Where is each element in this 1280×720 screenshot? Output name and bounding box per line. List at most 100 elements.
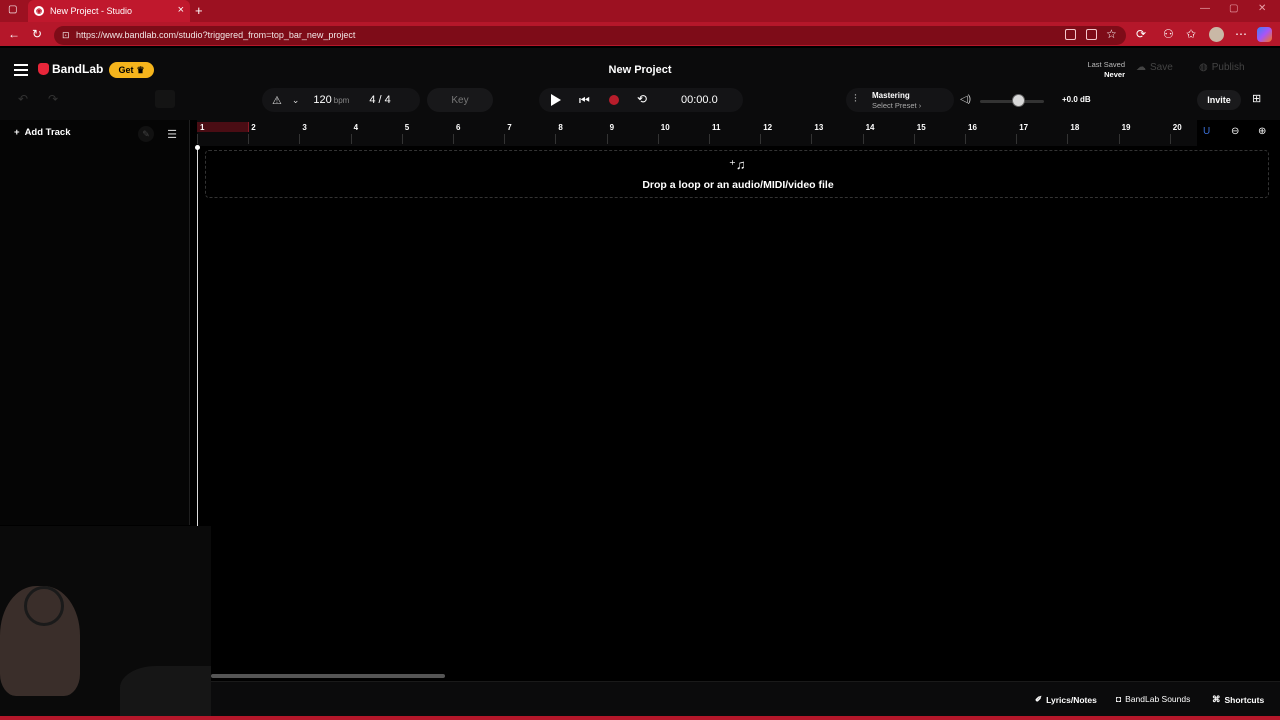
get-membership-button[interactable]: Get ♛ [109,62,154,78]
volume-knob[interactable] [1012,94,1026,107]
gift-icon[interactable]: ⊞ [1252,92,1261,105]
last-saved: Last Saved Never [1070,60,1125,80]
snap-magnet-icon[interactable]: U [1203,126,1210,137]
shortcuts-button[interactable]: ⌘ Shortcuts [1212,694,1264,705]
ruler-bar-6: 6 [456,123,461,132]
url-input[interactable]: ⊡ https://www.bandlab.com/studio?trigger… [54,26,1126,45]
ruler-bar-13: 13 [814,123,824,132]
drop-zone[interactable]: ⁺♫ Drop a loop or an audio/MIDI/video fi… [205,150,1269,198]
bandlab-sounds-button[interactable]: ◘ BandLab Sounds [1116,694,1190,704]
ruler-bar-16: 16 [968,123,977,132]
horizontal-scrollbar[interactable] [211,674,445,678]
mastering-button[interactable]: ⫶ Mastering Select Preset › [846,88,954,112]
crown-icon: ♛ [136,64,145,75]
ruler-bar-15: 15 [916,123,926,132]
ruler-bar-12: 12 [763,123,773,132]
ruler-tick [299,134,301,144]
zoom-out-icon[interactable]: ⊖ [1231,126,1239,137]
tempo-group: ⚠ ⌄ 120 bpm 4 / 4 [262,88,420,112]
playhead[interactable] [197,146,198,526]
speaker-icon[interactable]: ◁) [960,94,971,105]
person-shoulder [120,666,211,720]
tab-title: New Project - Studio [50,6,133,16]
metronome-icon[interactable]: ⚠ [272,94,282,107]
record-icon[interactable] [609,95,619,105]
tab-actions-icon[interactable]: ▢ [8,4,17,15]
ruler-tick [197,134,198,144]
ruler-tick [555,134,557,144]
extensions-icon[interactable]: ⟳ [1136,27,1146,41]
menu-icon[interactable] [14,64,28,76]
new-tab-icon[interactable]: + [195,3,203,18]
save-button[interactable]: ☁ Save [1136,62,1173,73]
lyrics-notes-button[interactable]: ✐ Lyrics/Notes [1035,694,1097,705]
pencil-icon[interactable]: ✎ [138,126,154,142]
mastering-preset: Select Preset › [872,101,922,110]
ruler-bar-14: 14 [865,123,875,132]
timeline-ruler[interactable]: 1 2 3 4 5 6 7 8 9 10 11 12 13 14 15 16 17 18 19 20 [197,120,1197,146]
ruler-tick [657,134,659,144]
copilot-icon[interactable] [1257,27,1272,42]
bandlab-favicon-icon: ◉ [34,6,44,16]
ruler-bar-3: 3 [302,123,307,132]
time-signature[interactable]: 4 / 4 [369,94,390,106]
back-icon[interactable]: ← [8,27,20,41]
minimize-icon[interactable]: — [1200,3,1210,14]
favorite-star-icon[interactable]: ☆ [1106,27,1117,41]
ruler-tick [760,134,762,144]
browser-essentials-icon[interactable]: ⚇ [1163,27,1174,41]
plus-icon: + [14,127,20,138]
ruler-tick [453,134,454,144]
top-bar: BandLab Get ♛ New Project Last Saved Nev… [0,48,1280,120]
tuner-icon[interactable] [155,90,175,108]
ruler-bar-2: 2 [251,123,256,132]
add-track-button[interactable]: + Add Track [14,127,71,138]
get-label: Get [118,65,134,75]
skip-back-icon[interactable]: ⏮ [579,93,590,108]
ruler-tick [350,134,352,144]
reader-icon[interactable] [1065,29,1076,40]
chevron-down-icon[interactable]: ⌄ [292,95,300,106]
publish-button[interactable]: ◍ Publish [1199,62,1245,73]
bandlab-logo[interactable]: BandLab [38,62,103,76]
profile-avatar[interactable] [1209,27,1224,42]
ruler-tick [1016,134,1018,144]
ruler-tick [401,134,403,144]
ruler-bar-7: 7 [507,123,512,132]
loop-icon[interactable]: ⟲ [637,92,647,106]
track-settings-icon[interactable]: ☰ [164,126,180,142]
ruler-tick [606,134,608,144]
drop-zone-text: Drop a loop or an audio/MIDI/video file [642,179,834,191]
address-bar-row: ← ↻ ⊡ https://www.bandlab.com/studio?tri… [0,22,1280,48]
undo-icon[interactable]: ↶ [18,92,28,106]
maximize-icon[interactable]: ▢ [1229,3,1238,14]
ruler-tick [1118,134,1120,144]
close-window-icon[interactable]: ✕ [1258,3,1266,14]
mastering-label: Mastering [872,91,910,100]
zoom-in-icon[interactable]: ⊕ [1258,126,1266,137]
last-saved-label: Last Saved [1087,60,1125,69]
invite-button[interactable]: Invite [1197,90,1241,110]
favorites-icon[interactable]: ✩ [1186,27,1196,41]
key-button[interactable]: Key [427,88,493,112]
ruler-bar-11: 11 [712,123,721,132]
app-icon[interactable] [1086,29,1097,40]
last-saved-value: Never [1104,70,1125,79]
project-title[interactable]: New Project [540,64,740,76]
ruler-tick [504,134,506,144]
bpm-field[interactable]: 120 bpm [313,94,349,106]
close-tab-icon[interactable]: × [178,4,184,16]
lyrics-label: Lyrics/Notes [1046,694,1097,705]
play-icon[interactable] [551,94,561,106]
loop-region[interactable] [197,122,249,132]
refresh-icon[interactable]: ↻ [32,27,42,41]
ruler-tick [913,134,915,144]
more-menu-icon[interactable]: ⋯ [1235,27,1247,41]
tab-strip: ▢ ◉ New Project - Studio × + — ▢ ✕ [0,0,1280,22]
redo-icon[interactable]: ↷ [48,92,58,106]
url-text: https://www.bandlab.com/studio?triggered… [76,30,356,40]
playhead-handle[interactable] [195,145,200,150]
publish-label: Publish [1211,62,1245,73]
browser-tab[interactable]: ◉ New Project - Studio × [28,0,190,22]
ruler-bar-19: 19 [1121,123,1131,132]
